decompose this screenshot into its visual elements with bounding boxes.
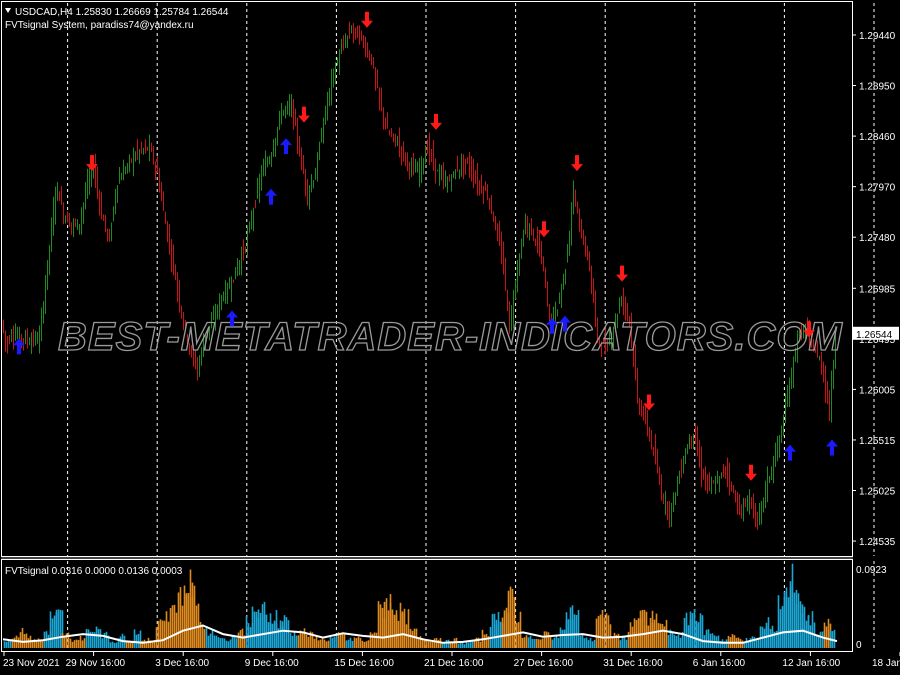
time-tick-label: 12 Jan 16:00 <box>782 658 840 669</box>
price-tick-label: 1.26985 <box>859 284 896 295</box>
price-tick-label: 1.26005 <box>859 385 896 396</box>
time-tick-label: 9 Dec 16:00 <box>245 658 299 669</box>
price-tick-label: 1.25025 <box>859 487 896 498</box>
time-tick-label: 29 Nov 16:00 <box>66 658 126 669</box>
sub-window-label: FVTsignal 0.0316 0.0000 0.0136 0.0003 <box>5 566 183 577</box>
price-tick-label: 1.28950 <box>859 82 896 93</box>
time-tick-label: 27 Dec 16:00 <box>514 658 574 669</box>
current-price-value: 1.26544 <box>856 330 893 341</box>
price-tick-label: 1.29440 <box>859 31 896 42</box>
symbol-info: USDCAD,H4 1.25830 1.26669 1.25784 1.2654… <box>15 7 229 18</box>
watermark-text: BEST-METATRADER-INDICATORS.COM <box>58 315 843 359</box>
time-tick-label: 31 Dec 16:00 <box>603 658 663 669</box>
sub-axis-top-label: 0.0923 <box>856 565 887 576</box>
indicator-title: FVTsignal System, paradiss74@yandex.ru <box>5 20 194 31</box>
time-tick-label: 15 Dec 16:00 <box>334 658 394 669</box>
price-tick-label: 1.25515 <box>859 436 896 447</box>
price-tick-label: 1.28460 <box>859 132 896 143</box>
price-tick-label: 1.27480 <box>859 233 896 244</box>
time-tick-label: 23 Nov 2021 <box>3 658 60 669</box>
price-tick-label: 1.27970 <box>859 183 896 194</box>
chart-canvas[interactable]: BEST-METATRADER-INDICATORS.COM 1.29440 1.… <box>0 0 900 675</box>
time-tick-label: 3 Dec 16:00 <box>155 658 209 669</box>
price-tick-label: 1.24535 <box>859 537 896 548</box>
time-tick-label: 21 Dec 16:00 <box>424 658 484 669</box>
time-tick-label: 18 Jan 16:00 <box>872 658 900 669</box>
current-price-label: 1.26544 <box>853 326 899 341</box>
sub-axis-zero-label: 0 <box>856 640 862 651</box>
time-tick-label: 6 Jan 16:00 <box>693 658 746 669</box>
